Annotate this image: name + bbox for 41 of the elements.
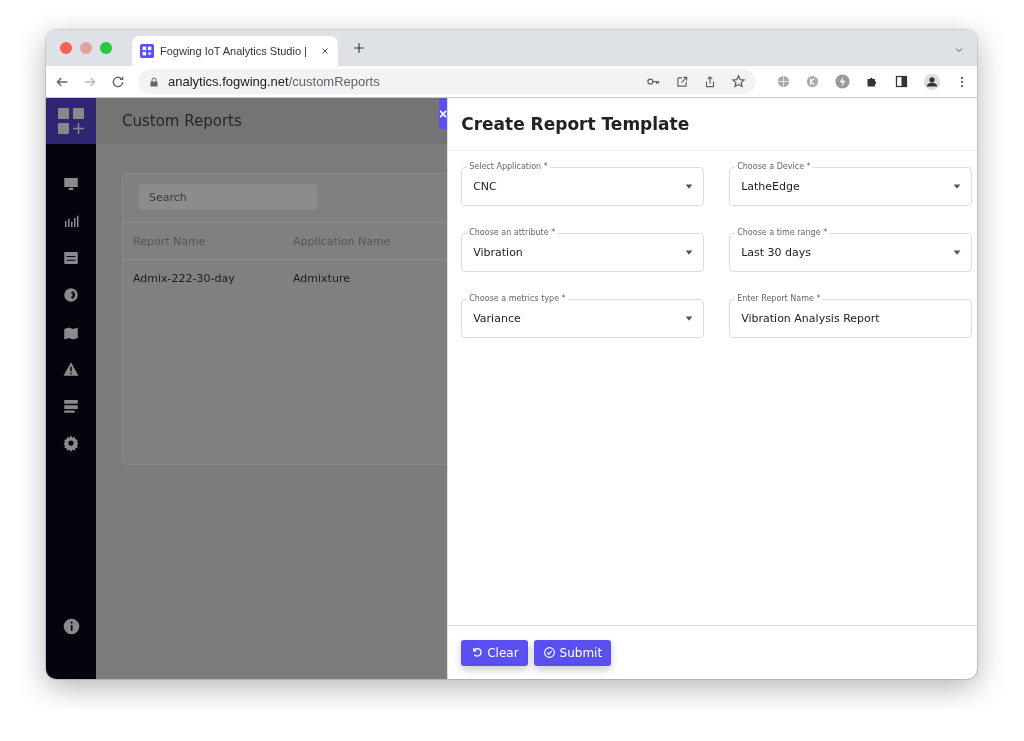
drawer-title: Create Report Template	[448, 98, 977, 151]
dropdown-field[interactable]: Choose a Device * LatheEdge	[729, 160, 973, 206]
field-label: Choose a time range *	[735, 228, 830, 238]
server-icon[interactable]	[62, 397, 80, 415]
dropdown-field[interactable]: Select Application * CNC	[461, 160, 705, 206]
close-button[interactable]: ×	[439, 98, 448, 129]
app-logo-icon[interactable]	[140, 44, 154, 58]
profile-icon[interactable]	[923, 72, 941, 91]
dropdown-field[interactable]: Choose a metrics type * Variance	[461, 292, 705, 338]
info-icon[interactable]	[62, 618, 80, 635]
side-panel-icon[interactable]	[894, 74, 909, 89]
table-cell-text: Admixture	[293, 271, 351, 285]
browser-tab[interactable]: Fogwing IoT Analytics Studio |	[132, 36, 338, 66]
sliders-icon[interactable]	[62, 249, 80, 267]
field-label: Choose a metrics type *	[467, 294, 568, 304]
share-icon[interactable]	[703, 74, 717, 89]
field-label: Enter Report Name *	[735, 294, 823, 304]
settings-icon[interactable]	[62, 434, 80, 452]
monitor-icon[interactable]	[62, 175, 80, 193]
bolt-icon[interactable]	[834, 73, 851, 90]
dropdown-field[interactable]: Choose a time range * Last 30 days	[729, 226, 973, 272]
clear-button[interactable]: Clear	[461, 639, 528, 666]
undo-icon[interactable]	[470, 646, 484, 659]
tab-title: Fogwing IoT Analytics Studio |	[160, 45, 308, 57]
external-link-icon[interactable]	[675, 74, 689, 89]
search-field[interactable]: Search	[139, 184, 317, 210]
input-field[interactable]: Enter Report Name * Vibration Analysis Report	[729, 292, 973, 338]
close-icon[interactable]	[320, 46, 330, 56]
warning-icon[interactable]	[62, 360, 80, 378]
field-label: Select Application *	[467, 162, 550, 172]
app-logo[interactable]	[46, 98, 96, 144]
table-cell-text: Admix-222-30-day	[133, 271, 236, 285]
lock-icon[interactable]	[148, 75, 160, 88]
star-icon[interactable]	[731, 74, 746, 89]
plus-icon[interactable]	[352, 41, 366, 55]
field-label: Choose a Device *	[735, 162, 813, 172]
check-circle-icon[interactable]	[542, 646, 556, 659]
field-label: Choose an attribute *	[467, 228, 558, 238]
submit-button[interactable]: Submit	[533, 639, 612, 666]
address-bar[interactable]: analytics.fogwing.net/customReports	[138, 69, 756, 94]
dropdown-field[interactable]: Choose an attribute * Vibration	[461, 226, 705, 272]
